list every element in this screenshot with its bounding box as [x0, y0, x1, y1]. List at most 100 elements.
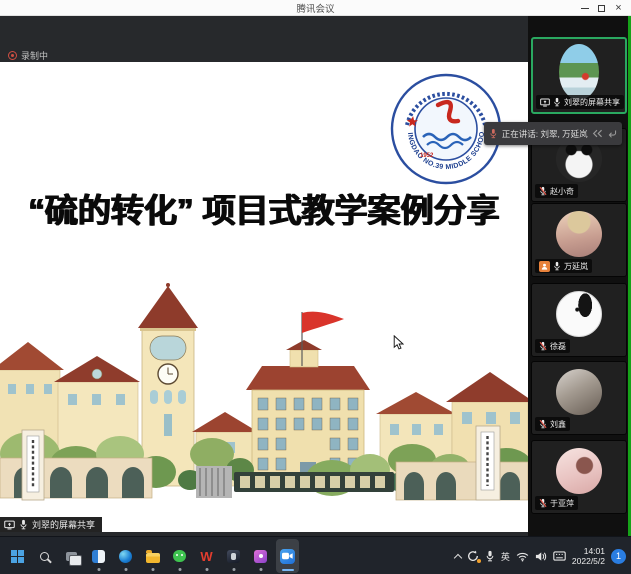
avatar-scenery [559, 44, 599, 100]
system-tray: 英 14:01 2022/5/2 1 [455, 537, 626, 574]
recording-indicator: 录制中 [8, 49, 48, 62]
campus-illustration [0, 282, 528, 532]
tray-time: 14:01 [572, 546, 605, 556]
recording-icon [8, 51, 17, 60]
maximize-button[interactable] [593, 1, 610, 15]
input-language-indicator[interactable]: 英 [501, 550, 510, 563]
taskbar-app-photos[interactable] [87, 539, 110, 573]
mic-muted-icon [539, 341, 547, 351]
running-indicator [97, 568, 100, 571]
avatar-child [556, 211, 602, 257]
taskbar-apps: W [6, 539, 299, 573]
mic-muted-icon [539, 419, 547, 429]
active-app-indicator [282, 569, 294, 571]
task-view-button[interactable] [60, 539, 83, 573]
participant-tile[interactable]: 于亚萍 [531, 440, 627, 514]
mic-muted-icon [539, 498, 547, 508]
avatar-illustration [556, 448, 602, 494]
running-indicator [232, 568, 235, 571]
logo-year: 1952 [420, 153, 434, 159]
mic-muted-icon [539, 186, 547, 196]
participant-label: 赵小奇 [535, 184, 578, 198]
window-title: 腾讯会议 [0, 1, 631, 15]
participant-tile[interactable]: 徐磊 [531, 283, 627, 357]
wps-icon: W [200, 550, 212, 563]
running-indicator [151, 568, 154, 571]
search-icon [40, 552, 49, 561]
taskbar: W 英 [0, 536, 631, 574]
wifi-icon[interactable] [516, 551, 529, 562]
participant-label: 万延岚 [535, 259, 592, 273]
participant-name: 刘翠的屏幕共享 [564, 97, 620, 108]
start-button[interactable] [6, 539, 29, 573]
mic-speaking-icon [489, 128, 498, 139]
participant-label: 刘翠的屏幕共享 [536, 95, 624, 109]
running-indicator [205, 568, 208, 571]
close-icon: × [615, 3, 621, 14]
mic-icon [553, 97, 561, 107]
taskbar-app-wps[interactable]: W [195, 539, 218, 573]
mouse-cursor [393, 335, 404, 350]
running-indicator [124, 568, 127, 571]
slide-title: “硫的转化” 项目式教学案例分享 [0, 184, 528, 232]
host-badge [539, 261, 550, 272]
volume-icon[interactable] [535, 551, 547, 562]
hidden-icons-chevron-icon[interactable] [454, 553, 462, 561]
minimize-button[interactable] [576, 1, 593, 15]
meeting-window: 录制中 QINGDAO NO.39 MIDDLE SCHOOL [0, 16, 631, 536]
presentation-slide: QINGDAO NO.39 MIDDLE SCHOOL 1952 “硫的转化” … [0, 62, 528, 532]
participants-sidebar[interactable]: 刘翠的屏幕共享 赵小奇 万延岚 [528, 16, 631, 536]
avatar-snoopy [556, 291, 602, 337]
share-banner-label: 刘翠的屏幕共享 [32, 518, 95, 531]
taskbar-search-button[interactable] [33, 539, 56, 573]
screen-share-icon [540, 98, 550, 107]
screen-share-icon [4, 520, 15, 530]
maximize-icon [598, 5, 605, 12]
windows-logo-icon [11, 550, 24, 563]
red-flag [302, 312, 344, 333]
clock[interactable]: 14:01 2022/5/2 [572, 546, 605, 566]
participant-label: 刘鑫 [535, 417, 570, 431]
screen-share-banner: 刘翠的屏幕共享 [0, 517, 102, 532]
minimize-icon [581, 8, 589, 9]
speaking-toast-label: 正在讲话: 刘翠, 万延岚 [502, 128, 588, 140]
taskbar-app-media[interactable] [222, 539, 245, 573]
participant-name: 赵小奇 [550, 186, 574, 197]
notification-badge[interactable]: 1 [611, 549, 626, 564]
avatar-photo [556, 369, 602, 415]
tray-date: 2022/5/2 [572, 556, 605, 566]
participant-tile[interactable]: 刘鑫 [531, 361, 627, 435]
close-button[interactable]: × [610, 1, 627, 15]
taskbar-app-wechat[interactable] [168, 539, 191, 573]
participant-name: 刘鑫 [550, 419, 566, 430]
mic-icon [19, 519, 28, 530]
sync-status-icon[interactable] [467, 550, 479, 562]
participant-name: 万延岚 [564, 261, 588, 272]
tencent-meeting-icon [280, 549, 295, 564]
file-explorer-icon [146, 553, 160, 563]
participant-tile-sharer[interactable]: 刘翠的屏幕共享 [531, 37, 627, 114]
desktop-screen: 腾讯会议 × 录制中 [0, 0, 631, 574]
touch-keyboard-icon[interactable] [553, 551, 566, 561]
design-app-icon [254, 550, 267, 563]
taskbar-app-explorer[interactable] [141, 539, 164, 573]
taskbar-app-design[interactable] [249, 539, 272, 573]
shared-screen-stage: 录制中 QINGDAO NO.39 MIDDLE SCHOOL [0, 16, 528, 536]
mic-icon [553, 261, 561, 271]
edge-browser-icon [119, 550, 132, 563]
taskbar-app-tencent-meeting[interactable] [276, 539, 299, 573]
recording-label: 录制中 [21, 49, 48, 62]
photos-app-icon [92, 550, 105, 563]
wechat-icon [173, 550, 186, 562]
microphone-tray-icon[interactable] [485, 550, 495, 562]
running-indicator [178, 568, 181, 571]
participant-name: 徐磊 [550, 341, 566, 352]
window-titlebar: 腾讯会议 × [0, 0, 631, 16]
person-icon [541, 263, 548, 270]
media-app-icon [227, 550, 240, 563]
reply-arrow-icon[interactable] [607, 129, 617, 139]
taskbar-app-edge[interactable] [114, 539, 137, 573]
participant-tile[interactable]: 万延岚 [531, 203, 627, 277]
participant-label: 于亚萍 [535, 496, 578, 510]
audio-waves-icon [592, 129, 604, 138]
